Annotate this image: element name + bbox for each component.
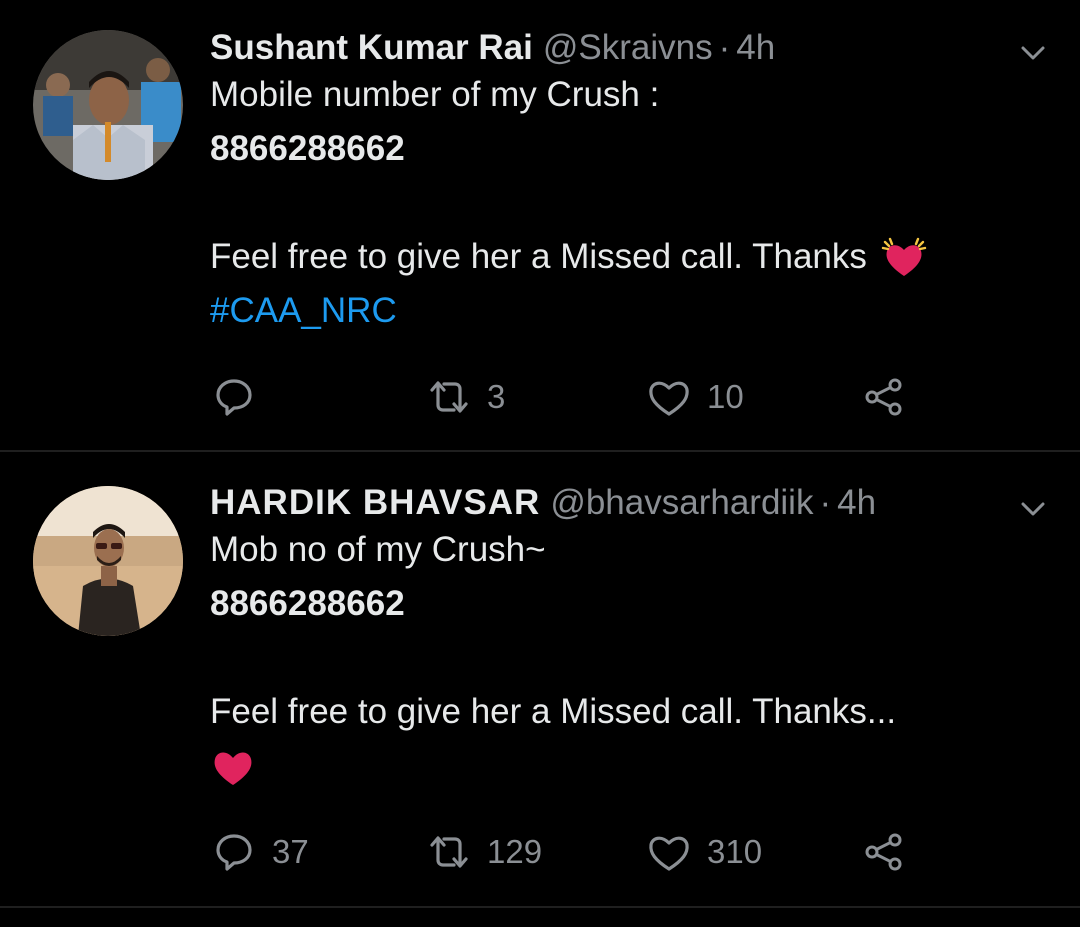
reply-button[interactable]	[210, 367, 272, 427]
tweet-text: Mobile number of my Crush : 8866288662 F…	[210, 68, 1060, 338]
tweet-body: HARDIK BHAVSAR @bhavsarhardiik · 4h Mob …	[210, 453, 1060, 793]
retweet-count: 3	[487, 378, 506, 415]
like-button[interactable]: 310	[645, 822, 762, 882]
tweet-text: Mob no of my Crush~ 8866288662 Feel free…	[210, 523, 1060, 793]
tweet-line-text: Feel free to give her a Missed call. Tha…	[210, 237, 867, 276]
like-count: 310	[707, 833, 763, 870]
timestamp[interactable]: 4h	[736, 28, 775, 68]
retweet-button[interactable]: 129	[425, 822, 542, 882]
tweet-line: Feel free to give her a Missed call. Tha…	[210, 692, 897, 731]
share-icon	[865, 833, 902, 871]
tweet-line: Mobile number of my Crush :	[210, 75, 660, 114]
timeline-feed: Sushant Kumar Rai @Skraivns · 4h Mobile …	[0, 0, 1080, 927]
reply-icon	[216, 834, 252, 871]
timestamp[interactable]: 4h	[837, 483, 876, 523]
display-name[interactable]: HARDIK BHAVSAR	[210, 483, 540, 523]
tweet-body: Sushant Kumar Rai @Skraivns · 4h Mobile …	[210, 0, 1060, 338]
phone-number: 8866288662	[210, 584, 405, 623]
phone-number: 8866288662	[210, 129, 405, 168]
like-icon	[649, 836, 689, 871]
tweet[interactable]: HARDIK BHAVSAR @bhavsarhardiik · 4h Mob …	[0, 453, 1080, 908]
chevron-down-icon[interactable]	[1018, 38, 1048, 68]
tweet-header: Sushant Kumar Rai @Skraivns · 4h	[210, 28, 1060, 68]
separator: ·	[718, 28, 731, 67]
separator: ·	[819, 483, 832, 522]
reply-button[interactable]: 37	[210, 822, 309, 882]
share-button[interactable]	[860, 367, 908, 427]
tweet-line: Feel free to give her a Missed call. Tha…	[210, 230, 1060, 284]
chevron-down-icon[interactable]	[1018, 494, 1048, 524]
retweet-icon	[430, 381, 468, 413]
like-icon	[649, 381, 689, 416]
tweet-line: Mob no of my Crush~	[210, 530, 546, 569]
reply-icon	[216, 379, 252, 416]
retweet-button[interactable]: 3	[425, 367, 505, 427]
tweet-actions: 37 129 310	[210, 822, 930, 882]
retweet-icon	[430, 836, 468, 868]
share-icon	[865, 378, 902, 416]
user-handle[interactable]: @Skraivns	[543, 28, 713, 68]
like-count: 10	[707, 378, 744, 415]
display-name[interactable]: Sushant Kumar Rai	[210, 28, 533, 68]
red-heart-emoji	[210, 745, 256, 791]
tweet[interactable]: Sushant Kumar Rai @Skraivns · 4h Mobile …	[0, 0, 1080, 452]
retweet-count: 129	[487, 833, 543, 870]
hashtag-link[interactable]: #CAA_NRC	[210, 284, 1060, 338]
avatar-image	[33, 486, 183, 636]
emoji-line	[210, 739, 1060, 793]
user-handle[interactable]: @bhavsarhardiik	[550, 483, 813, 523]
reply-count: 37	[272, 833, 309, 870]
avatar[interactable]	[33, 486, 183, 636]
like-button[interactable]: 10	[645, 367, 744, 427]
tweet-actions: 3 10	[210, 367, 930, 427]
tweet-header: HARDIK BHAVSAR @bhavsarhardiik · 4h	[210, 483, 1060, 523]
avatar-image	[33, 30, 183, 180]
avatar[interactable]	[33, 30, 183, 180]
beating-heart-emoji	[881, 236, 927, 282]
share-button[interactable]	[860, 822, 908, 882]
